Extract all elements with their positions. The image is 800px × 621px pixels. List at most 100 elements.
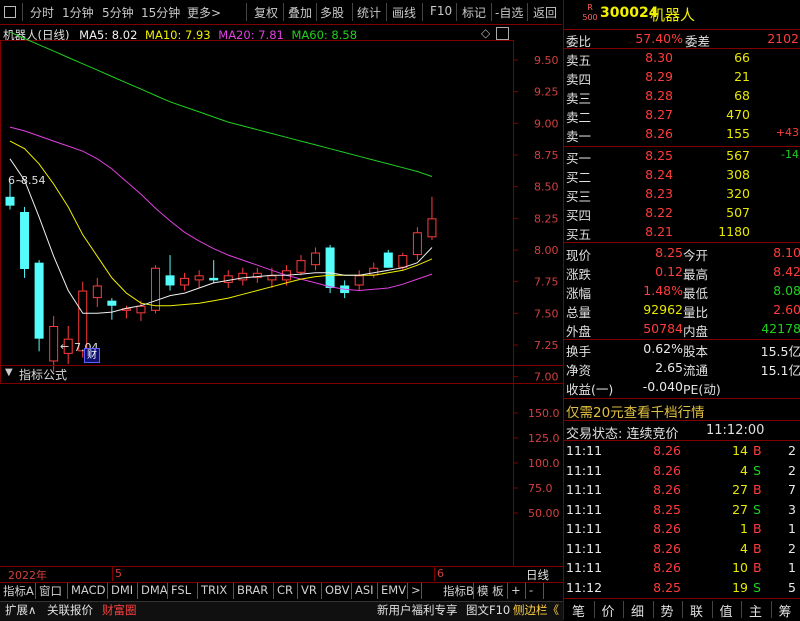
indicator-tab[interactable]: MACD [71, 583, 105, 599]
indicator-axis-label: 75.0 [528, 482, 553, 495]
quote-tab[interactable]: 联 [690, 601, 703, 620]
indicator-tab-divider [197, 583, 198, 599]
indicator-tab[interactable]: OBV [325, 583, 349, 599]
indicator-tab[interactable]: DMA [141, 583, 168, 599]
ask-volume: 155 [726, 126, 750, 141]
indicator-tab[interactable]: TRIX [201, 583, 227, 599]
sidebar-toggle[interactable]: 侧边栏《 [513, 602, 559, 618]
low-marker: ← [60, 340, 70, 353]
tick-volume: 1 [740, 521, 748, 536]
ask-label: 卖二 [566, 110, 592, 125]
indicator-axis: 150.0 125.0 100.0 75.0 50.00 [513, 407, 560, 520]
ask-row[interactable]: 卖三 8.28 68 [566, 88, 800, 106]
indicator-tab[interactable]: CR [277, 583, 293, 599]
toolbar-grid-icon[interactable] [4, 6, 16, 18]
indicator-tab[interactable]: 指标B [443, 583, 474, 599]
indicator-title[interactable]: 指标公式 [19, 366, 67, 383]
quote-tab[interactable]: 价 [602, 601, 615, 620]
panel-divider [563, 242, 800, 243]
bid-row[interactable]: 买三 8.23 320 [566, 186, 800, 204]
price-axis-label: 9.00 [534, 117, 559, 130]
price-axis-label: 8.00 [534, 244, 559, 257]
ask-volume: 66 [734, 50, 750, 65]
bid-row[interactable]: 买四 8.22 507 [566, 205, 800, 223]
graphic-f10-button[interactable]: 图文F10 [466, 602, 510, 618]
price-axis-label: 8.50 [534, 181, 559, 194]
toolbar-multistock[interactable]: 多股 [320, 4, 344, 21]
expand-button[interactable]: 扩展∧ [5, 602, 36, 618]
indicator-axis-label: 125.0 [528, 432, 560, 445]
tick-price: 8.26 [653, 482, 681, 497]
toolbar-divider [22, 3, 23, 21]
new-user-promo[interactable]: 新用户福利专享 [377, 602, 458, 618]
ask-row[interactable]: 卖二 8.27 470 [566, 107, 800, 125]
related-quotes-button[interactable]: 关联报价 [47, 602, 93, 618]
tick-side: S [753, 501, 761, 517]
candle-body [354, 275, 364, 286]
price-chart[interactable]: 9.50 9.25 9.00 8.75 8.50 8.25 8.00 7.75 7.50 7.25… [0, 24, 563, 384]
toolbar-1min[interactable]: 1分钟 [62, 4, 94, 21]
bid-row[interactable]: 买一 8.25 567 -14 [566, 148, 800, 166]
ask-price: 8.27 [645, 107, 673, 122]
indicator-tab[interactable]: ASI [355, 583, 374, 599]
indicator-tab[interactable]: 窗口 [39, 583, 62, 599]
indicator-tab[interactable]: + [511, 583, 521, 599]
toolbar-divider [352, 3, 353, 21]
financial-report-badge[interactable]: 财 [84, 348, 100, 363]
toolbar-f10[interactable]: F10 [430, 4, 452, 18]
tick-time: 11:11 [566, 540, 603, 556]
bid-volume: 308 [726, 167, 750, 182]
toolbar-5min[interactable]: 5分钟 [102, 4, 134, 21]
toolbar-overlay[interactable]: 叠加 [288, 4, 312, 21]
candle [209, 260, 219, 283]
toolbar-mark[interactable]: 标记 [462, 4, 486, 21]
quote-tab[interactable]: 笔 [572, 601, 585, 620]
fin-label: 净资 [566, 363, 592, 378]
indicator-chart[interactable]: 150.0 125.0 100.0 75.0 50.00 [0, 383, 563, 566]
bid-row[interactable]: 买二 8.24 308 [566, 167, 800, 185]
indicator-tab[interactable]: BRAR [237, 583, 268, 599]
ask-row[interactable]: 卖四 8.29 21 [566, 69, 800, 87]
tick-volume: 10 [732, 560, 748, 575]
indicator-tab[interactable]: FSL [171, 583, 191, 599]
ask-volume: 470 [726, 107, 750, 122]
toolbar-back[interactable]: 返回 [533, 4, 557, 21]
collapse-icon[interactable]: ▼ [5, 367, 13, 378]
toolbar-draw[interactable]: 画线 [392, 4, 416, 21]
trade-status-time: 11:12:00 [706, 423, 765, 438]
toolbar-remove-watch[interactable]: -自选 [495, 4, 523, 21]
candle [165, 255, 175, 291]
quote-tab[interactable]: 主 [749, 601, 762, 620]
quote-tab[interactable]: 势 [661, 601, 674, 620]
indicator-tab[interactable]: 指标A [3, 583, 34, 599]
indicator-tab[interactable]: DMI [111, 583, 133, 599]
candle-body [427, 218, 437, 238]
wealth-circle-button[interactable]: 财富圈 [102, 602, 137, 618]
candle-body [5, 196, 15, 206]
candle-body [325, 247, 335, 288]
fin-value: -0.040 [642, 379, 683, 394]
fin-row: 换手 0.62% 股本 15.5亿 [566, 341, 800, 359]
quote-tab[interactable]: 筹 [779, 601, 792, 620]
indicator-tab[interactable]: - [529, 583, 533, 599]
indicator-tab[interactable]: VR [301, 583, 317, 599]
toolbar-15min[interactable]: 15分钟 [141, 4, 180, 21]
depth-promo[interactable]: 仅需20元查看千档行情 [566, 401, 705, 421]
toolbar-intraday[interactable]: 分时 [30, 4, 54, 21]
ma20-line [9, 126, 433, 292]
indicator-tab[interactable]: 模 板 [477, 583, 504, 599]
quote-tab[interactable]: 细 [631, 601, 644, 620]
ask-row[interactable]: 卖五 8.30 66 [566, 50, 800, 68]
stats-label: 涨跌 [566, 267, 592, 282]
tick-count: 2 [788, 462, 796, 478]
indicator-tab[interactable]: EMV [381, 583, 406, 599]
bid-price: 8.22 [645, 205, 673, 220]
bid-row[interactable]: 买五 8.21 1180 [566, 224, 800, 242]
quote-tab[interactable]: 值 [720, 601, 733, 620]
toolbar-stats[interactable]: 统计 [357, 4, 381, 21]
toolbar-more[interactable]: 更多> [187, 4, 221, 21]
stats-row: 总量 92962 量比 2.60 [566, 302, 800, 320]
indicator-tab[interactable]: > [411, 583, 421, 599]
toolbar-adjust[interactable]: 复权 [254, 4, 278, 21]
ask-row[interactable]: 卖一 8.26 155 +43 [566, 126, 800, 144]
